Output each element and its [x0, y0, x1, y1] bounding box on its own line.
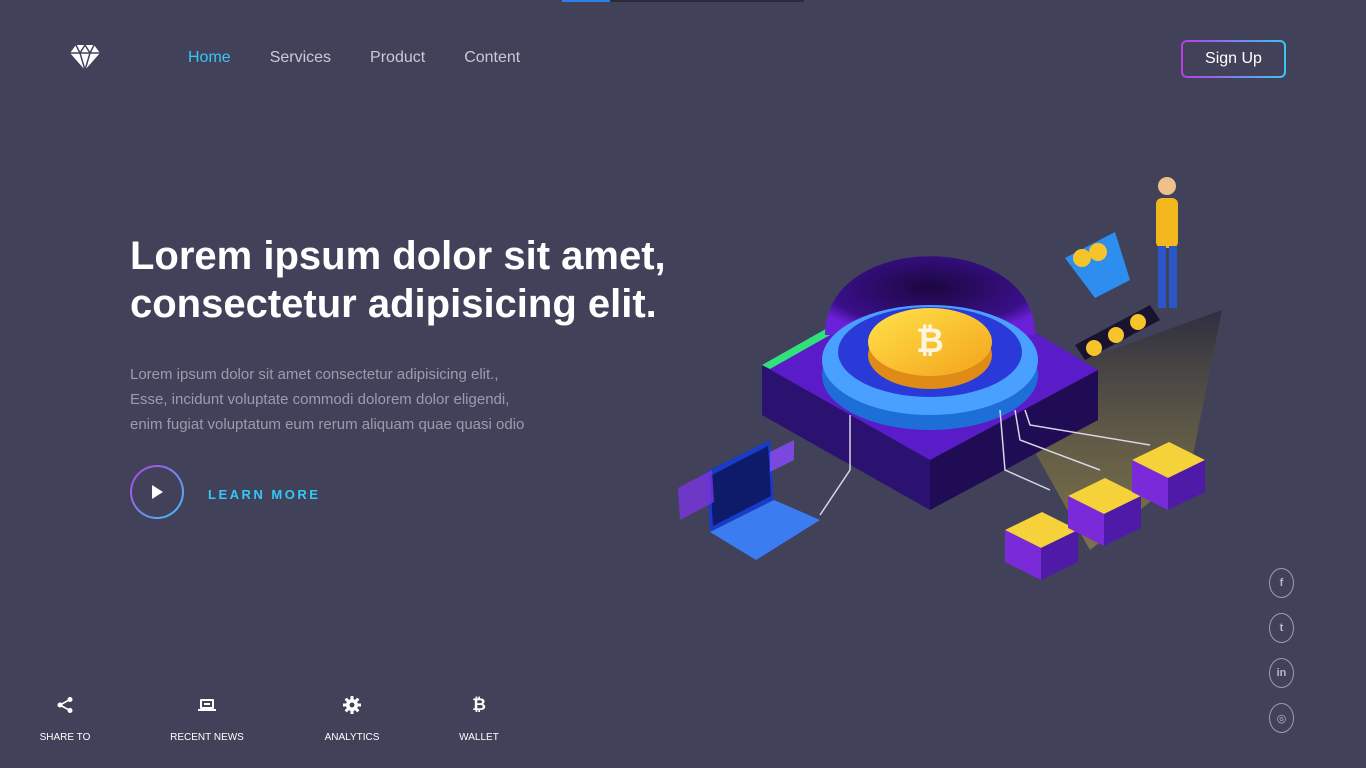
- laptop-icon: [198, 699, 216, 711]
- wallet-label: WALLET: [459, 732, 499, 743]
- analytics-button[interactable]: ANALYTICS: [297, 694, 407, 743]
- hero-desc-line2: Esse, incidunt voluptate commodi dolorem…: [130, 391, 510, 408]
- nav-home[interactable]: Home: [188, 48, 231, 68]
- linkedin-icon[interactable]: in: [1269, 658, 1294, 688]
- analytics-label: ANALYTICS: [324, 732, 380, 743]
- recent-news-label: RECENT NEWS: [170, 732, 244, 743]
- svg-text:₿: ₿: [916, 321, 944, 361]
- main-nav: Home Services Product Content: [188, 48, 559, 68]
- twitter-icon[interactable]: t: [1269, 613, 1294, 643]
- hero-desc-line1: Lorem ipsum dolor sit amet consectetur a…: [130, 366, 499, 383]
- share-to-button[interactable]: SHARE TO: [10, 694, 120, 743]
- hero-description: Lorem ipsum dolor sit amet consectetur a…: [130, 362, 550, 437]
- nav-product[interactable]: Product: [370, 48, 425, 68]
- social-links: f t in ◎: [1269, 568, 1294, 733]
- top-progress-bar: [562, 0, 804, 2]
- learn-more-link[interactable]: LEARN MORE: [208, 487, 320, 502]
- instagram-icon[interactable]: ◎: [1269, 703, 1294, 733]
- hero-desc-line3: enim fugiat voluptatum eum rerum aliquam…: [130, 416, 525, 433]
- share-icon: [57, 697, 73, 713]
- crypto-mining-illustration: ₿: [678, 177, 1222, 580]
- recent-news-button[interactable]: RECENT NEWS: [152, 694, 262, 743]
- bitcoin-icon: ₿: [472, 695, 486, 715]
- sign-up-button[interactable]: Sign Up: [1181, 40, 1286, 78]
- hero-title-line2: consectetur adipisicing elit.: [130, 282, 657, 326]
- sign-up-label: Sign Up: [1183, 42, 1284, 76]
- facebook-icon[interactable]: f: [1269, 568, 1294, 598]
- hero-title-line1: Lorem ipsum dolor sit amet,: [130, 234, 666, 278]
- bottom-nav: SHARE TO RECENT NEWS ANALYTICS ₿ WALLET: [0, 694, 560, 754]
- nav-services[interactable]: Services: [270, 48, 331, 68]
- share-to-label: SHARE TO: [39, 732, 91, 743]
- gear-icon: [343, 696, 361, 714]
- play-button[interactable]: [130, 465, 184, 519]
- nav-content[interactable]: Content: [464, 48, 520, 68]
- play-icon: [152, 485, 163, 499]
- hero-title: Lorem ipsum dolor sit amet, consectetur …: [130, 232, 750, 328]
- diamond-icon[interactable]: [69, 43, 101, 73]
- top-progress-fill: [562, 0, 611, 2]
- wallet-button[interactable]: ₿ WALLET: [424, 694, 534, 743]
